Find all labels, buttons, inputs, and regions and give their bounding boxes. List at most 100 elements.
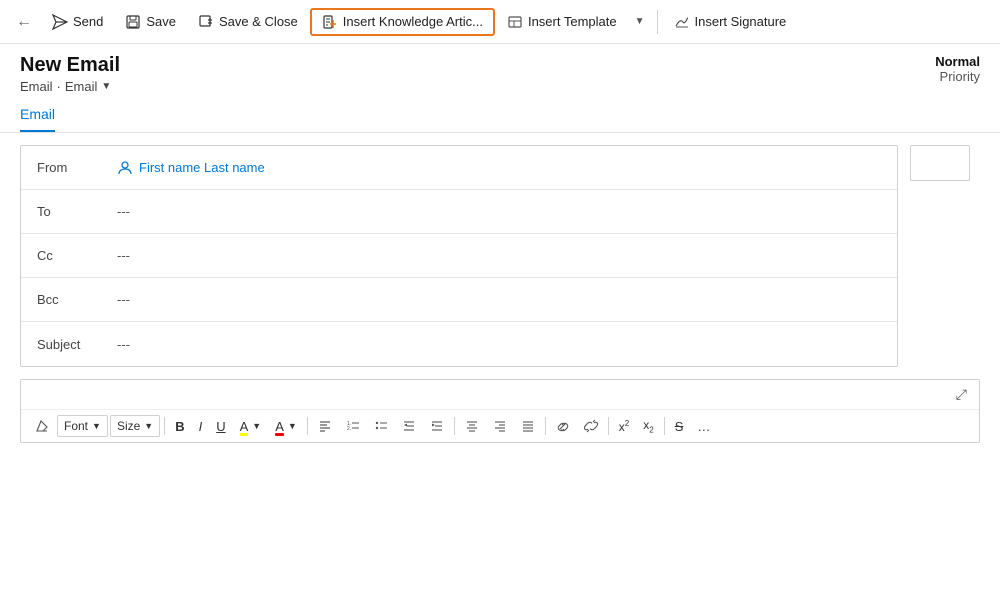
form-row-to: To ---: [21, 190, 897, 234]
form-row-bcc: Bcc ---: [21, 278, 897, 322]
insert-signature-button[interactable]: Insert Signature: [664, 10, 797, 34]
main-content: From First name Last name To --- Cc --- …: [0, 133, 1000, 379]
cc-label: Cc: [37, 248, 117, 263]
subtitle-dropdown-arrow[interactable]: ▼: [101, 81, 111, 92]
align-justify-button[interactable]: [515, 415, 541, 437]
unlink-icon: [584, 419, 598, 433]
svg-text:2.: 2.: [347, 426, 351, 432]
editor-top-bar: ⤢: [21, 380, 979, 410]
expand-button[interactable]: ⤢: [952, 384, 971, 405]
align-right-icon: [493, 419, 507, 433]
subject-label: Subject: [37, 337, 117, 352]
page-title: New Email: [20, 54, 120, 77]
insert-knowledge-button[interactable]: Insert Knowledge Artic...: [310, 8, 495, 36]
form-row-subject: Subject ---: [21, 322, 897, 366]
align-right-button[interactable]: [487, 415, 513, 437]
superscript-button[interactable]: x2: [613, 415, 635, 438]
ordered-list-button[interactable]: 1. 2.: [340, 415, 366, 437]
editor-divider-4: [545, 417, 546, 435]
side-panel-box: [910, 145, 970, 181]
strikethrough-icon: S: [675, 419, 684, 434]
indent-decrease-icon: [402, 419, 416, 433]
size-dropdown-arrow: ▼: [144, 421, 153, 431]
ordered-list-icon: 1. 2.: [346, 419, 360, 433]
bcc-value[interactable]: ---: [117, 292, 130, 307]
link-icon: [556, 419, 570, 433]
indent-decrease-button[interactable]: [396, 415, 422, 437]
send-icon: [52, 14, 68, 30]
subtitle-link[interactable]: Email: [65, 79, 98, 94]
editor-divider-2: [307, 417, 308, 435]
eraser-icon: [35, 419, 49, 433]
editor-divider-5: [608, 417, 609, 435]
superscript-icon: x2: [619, 419, 629, 434]
editor-divider-1: [164, 417, 165, 435]
subscript-button[interactable]: x2: [637, 414, 659, 438]
more-button[interactable]: …: [691, 415, 716, 438]
editor-container: ⤢ Font ▼ Size ▼ B I: [20, 379, 980, 443]
unlink-button[interactable]: [578, 415, 604, 437]
page-priority: Normal Priority: [935, 54, 980, 84]
unordered-list-button[interactable]: [368, 415, 394, 437]
email-form: From First name Last name To --- Cc --- …: [20, 145, 898, 367]
eraser-button[interactable]: [29, 415, 55, 437]
cc-value[interactable]: ---: [117, 248, 130, 263]
to-value[interactable]: ---: [117, 204, 130, 219]
save-close-icon: [198, 14, 214, 30]
italic-button[interactable]: I: [193, 415, 209, 438]
highlight-button[interactable]: A ▼: [234, 415, 268, 438]
page-header: New Email Email · Email ▼ Normal Priorit…: [0, 44, 1000, 98]
editor-divider-3: [454, 417, 455, 435]
insert-signature-icon: [674, 14, 690, 30]
page-subtitle: Email · Email ▼: [20, 79, 120, 94]
to-label: To: [37, 204, 117, 219]
indent-increase-button[interactable]: [424, 415, 450, 437]
side-panel: [910, 145, 980, 367]
back-button[interactable]: ←: [8, 6, 40, 38]
save-close-button[interactable]: Save & Close: [188, 10, 308, 34]
editor-divider-6: [664, 417, 665, 435]
subtitle-separator: ·: [57, 79, 61, 94]
priority-sub: Priority: [935, 69, 980, 84]
tab-email[interactable]: Email: [20, 98, 55, 132]
indent-increase-icon: [430, 419, 444, 433]
strikethrough-button[interactable]: S: [669, 415, 690, 438]
font-color-button[interactable]: A ▼: [269, 415, 303, 438]
save-icon: [125, 14, 141, 30]
insert-template-button[interactable]: Insert Template: [497, 10, 627, 34]
subject-value[interactable]: ---: [117, 337, 130, 352]
editor-toolbar: Font ▼ Size ▼ B I U A ▼: [21, 410, 979, 442]
align-center-button[interactable]: [459, 415, 485, 437]
font-color-icon: A: [275, 419, 284, 434]
unordered-list-icon: [374, 419, 388, 433]
toolbar-dropdown-button[interactable]: ▼: [629, 12, 651, 31]
highlight-icon: A: [240, 419, 249, 434]
align-justify-icon: [521, 419, 535, 433]
insert-template-icon: [507, 14, 523, 30]
tab-bar: Email: [0, 98, 1000, 133]
more-icon: …: [697, 419, 710, 434]
toolbar-divider: [657, 10, 658, 34]
user-icon: [117, 160, 133, 176]
align-left-button[interactable]: [312, 415, 338, 437]
bcc-label: Bcc: [37, 292, 117, 307]
priority-label: Normal: [935, 54, 980, 69]
form-row-cc: Cc ---: [21, 234, 897, 278]
font-select[interactable]: Font ▼: [57, 415, 108, 437]
send-button[interactable]: Send: [42, 10, 113, 34]
font-dropdown-arrow: ▼: [92, 421, 101, 431]
subtitle-prefix: Email: [20, 79, 53, 94]
save-button[interactable]: Save: [115, 10, 186, 34]
underline-button[interactable]: U: [210, 415, 231, 438]
form-row-from: From First name Last name: [21, 146, 897, 190]
align-left-icon: [318, 419, 332, 433]
bold-button[interactable]: B: [169, 415, 190, 438]
size-select[interactable]: Size ▼: [110, 415, 160, 437]
subscript-icon: x2: [643, 418, 653, 434]
main-toolbar: ← Send Save Save & Close: [0, 0, 1000, 44]
from-value[interactable]: First name Last name: [117, 160, 265, 176]
align-center-icon: [465, 419, 479, 433]
from-label: From: [37, 160, 117, 175]
link-button[interactable]: [550, 415, 576, 437]
insert-knowledge-icon: [322, 14, 338, 30]
